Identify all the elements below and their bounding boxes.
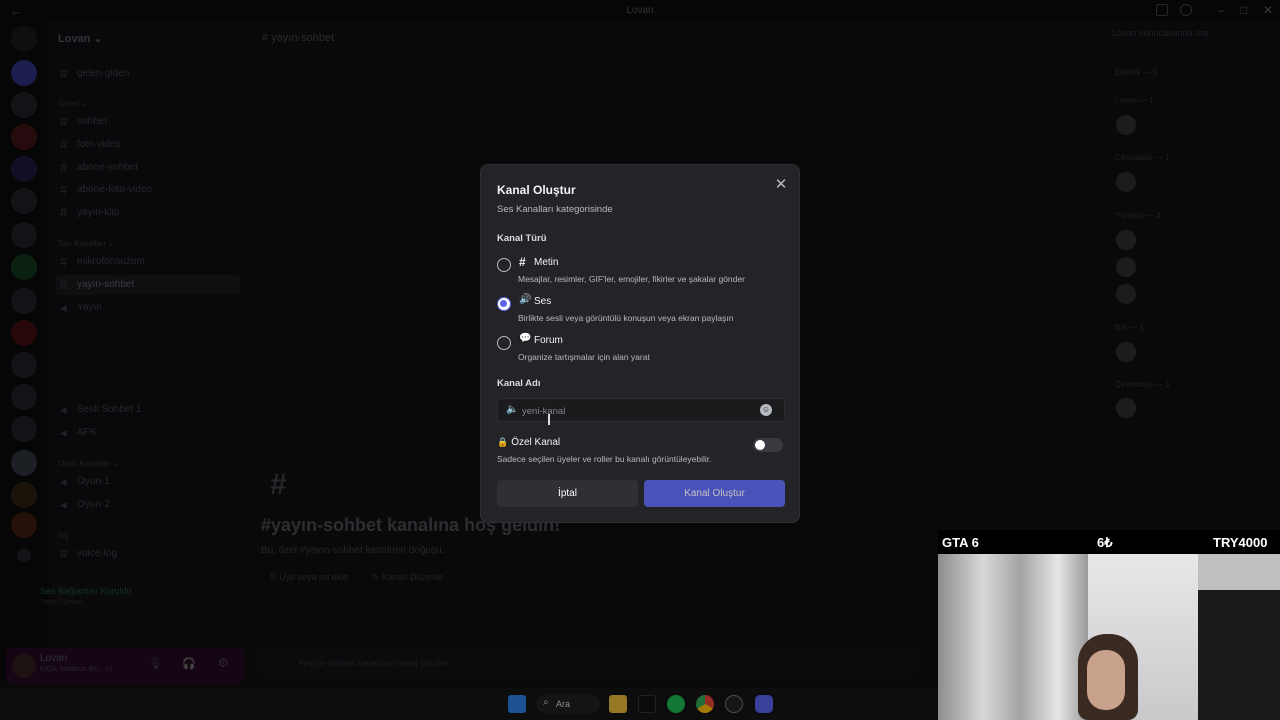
option-name: Metin xyxy=(534,257,559,268)
goal-target: TRY4000 xyxy=(1213,535,1268,550)
create-channel-modal: Kanal Oluştur Ses Kanalları kategorisind… xyxy=(480,164,800,523)
channel-type-label: Kanal Türü xyxy=(497,233,547,244)
channel-type-forum[interactable]: 💬 Forum Organize tartışmalar için alan y… xyxy=(497,331,785,365)
lock-icon: 🔒 xyxy=(497,437,509,447)
radio-forum[interactable] xyxy=(497,336,511,350)
channel-name-label: Kanal Adı xyxy=(497,378,541,389)
option-description: Mesajlar, resimler, GIF'ler, emojiler, f… xyxy=(518,274,745,284)
private-channel-description: Sadece seçilen üyeler ve roller bu kanal… xyxy=(497,454,712,464)
text-cursor-icon xyxy=(548,414,550,425)
hash-icon: # xyxy=(519,255,526,269)
webcam-curtain xyxy=(938,554,1088,720)
speaker-icon: 🔊 xyxy=(519,294,532,305)
close-icon[interactable]: ✕ xyxy=(771,175,791,195)
discord-app: ← Lovan – □ ✕ Lovan ⌄ # gelen-giden Genel… xyxy=(0,0,1280,720)
channel-name-input[interactable] xyxy=(522,403,752,419)
goal-current: 6₺ xyxy=(1097,535,1113,550)
emoji-icon[interactable]: ☺ xyxy=(760,404,772,416)
channel-name-field[interactable]: 🔈 ☺ xyxy=(497,398,785,422)
option-description: Birlikte sesli veya görüntülü konuşun ve… xyxy=(518,313,734,323)
forum-icon: 💬 xyxy=(519,333,532,344)
option-description: Organize tartışmalar için alan yarat xyxy=(518,352,650,362)
radio-text[interactable] xyxy=(497,258,511,272)
modal-title: Kanal Oluştur xyxy=(497,183,576,197)
create-channel-button[interactable]: Kanal Oluştur xyxy=(644,480,785,507)
webcam-overlay: GTA 6 6₺ TRY4000 xyxy=(938,530,1280,720)
channel-type-text[interactable]: # Metin Mesajlar, resimler, GIF'ler, emo… xyxy=(497,253,785,287)
modal-subtitle: Ses Kanalları kategorisinde xyxy=(497,204,613,215)
speaker-icon: 🔈 xyxy=(506,404,519,415)
goal-label: GTA 6 xyxy=(942,535,979,550)
donation-bar: GTA 6 6₺ TRY4000 xyxy=(938,530,1280,554)
option-name: Forum xyxy=(534,335,563,346)
radio-voice[interactable] xyxy=(497,297,511,311)
webcam-shadow xyxy=(1198,590,1280,720)
option-name: Ses xyxy=(534,296,552,307)
webcam-person-face xyxy=(1087,650,1125,710)
channel-type-voice[interactable]: 🔊 Ses Birlikte sesli veya görüntülü konu… xyxy=(497,292,785,326)
cancel-button[interactable]: İptal xyxy=(497,480,638,507)
private-channel-toggle[interactable] xyxy=(753,438,783,452)
private-channel-label: 🔒 Özel Kanal xyxy=(497,437,561,448)
